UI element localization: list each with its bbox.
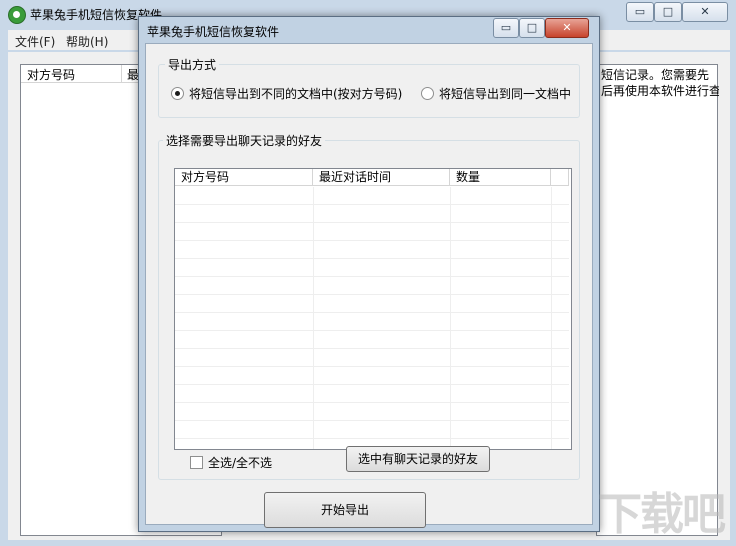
- grid-line: [551, 187, 552, 449]
- grid-line: [175, 276, 569, 277]
- grid-line: [175, 312, 569, 313]
- watermark-logo: 下载吧: [598, 489, 726, 540]
- radio-separate-docs-label[interactable]: 将短信导出到不同的文档中(按对方号码): [189, 85, 402, 102]
- dialog-title: 苹果兔手机短信恢复软件: [147, 25, 280, 39]
- export-mode-group: 导出方式 将短信导出到不同的文档中(按对方号码) 将短信导出到同一文档中: [158, 56, 580, 118]
- column-header-filler: [551, 169, 569, 186]
- info-text-line: 后再使用本软件进行查: [601, 84, 719, 98]
- export-dialog: 苹果兔手机短信恢复软件 ▭ □ ✕ 导出方式 将短信导出到不同的文档中(按对方号…: [138, 16, 600, 532]
- column-header-number[interactable]: 对方号码: [27, 66, 75, 83]
- friends-list[interactable]: 对方号码 最近对话时间 数量: [174, 168, 572, 450]
- grid-line: [313, 187, 314, 449]
- grid-line: [175, 330, 569, 331]
- grid-line: [175, 348, 569, 349]
- grid-line: [450, 187, 451, 449]
- dialog-maximize-button[interactable]: □: [519, 18, 545, 38]
- start-export-button[interactable]: 开始导出: [264, 492, 426, 528]
- grid-line: [175, 366, 569, 367]
- grid-line: [175, 384, 569, 385]
- dialog-client-area: 导出方式 将短信导出到不同的文档中(按对方号码) 将短信导出到同一文档中 选择需…: [145, 43, 593, 528]
- grid-line: [175, 222, 569, 223]
- export-mode-legend: 导出方式: [165, 56, 220, 73]
- main-minimize-button[interactable]: ▭: [626, 2, 654, 22]
- grid-line: [175, 258, 569, 259]
- dialog-minimize-button[interactable]: ▭: [493, 18, 519, 38]
- grid-line: [175, 402, 569, 403]
- menu-help[interactable]: 帮助(H): [66, 33, 108, 50]
- menu-file[interactable]: 文件(F): [15, 33, 55, 50]
- app-logo-icon: [8, 6, 26, 24]
- main-maximize-button[interactable]: □: [654, 2, 682, 22]
- info-text-line: 短信记录。您需要先: [601, 68, 710, 82]
- select-all-label[interactable]: 全选/全不选: [208, 454, 272, 471]
- grid-line: [175, 240, 569, 241]
- grid-line: [175, 294, 569, 295]
- grid-line: [175, 204, 569, 205]
- info-text: 短信记录。您需要先 后再使用本软件进行查: [601, 67, 719, 99]
- column-divider: [121, 65, 122, 82]
- radio-single-doc[interactable]: [421, 87, 434, 100]
- radio-separate-docs[interactable]: [171, 87, 184, 100]
- radio-single-doc-label[interactable]: 将短信导出到同一文档中: [439, 85, 571, 102]
- grid-line: [175, 438, 569, 439]
- column-header-count[interactable]: 数量: [450, 169, 551, 186]
- friends-group-legend: 选择需要导出聊天记录的好友: [163, 132, 326, 149]
- info-panel: 短信记录。您需要先 后再使用本软件进行查: [596, 64, 719, 536]
- column-header-number[interactable]: 对方号码: [175, 169, 313, 186]
- dialog-close-button[interactable]: ✕: [545, 18, 589, 38]
- select-with-records-button[interactable]: 选中有聊天记录的好友: [346, 446, 490, 472]
- main-close-button[interactable]: ✕: [682, 2, 728, 22]
- column-header-last-time[interactable]: 最近对话时间: [313, 169, 450, 186]
- grid-line: [175, 420, 569, 421]
- select-all-checkbox[interactable]: [190, 456, 203, 469]
